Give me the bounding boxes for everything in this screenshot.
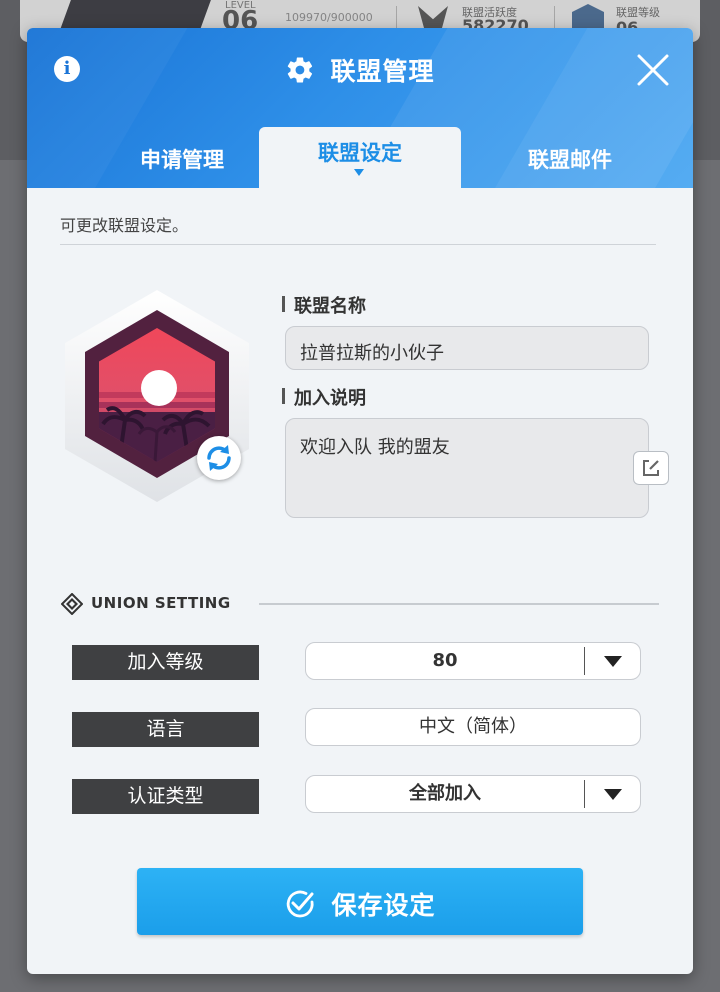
refresh-emblem-button[interactable]: [197, 436, 241, 480]
activity-icon: [418, 6, 448, 28]
join-level-label: 加入等级: [72, 645, 259, 680]
settings-description: 可更改联盟设定。: [60, 216, 189, 235]
tab-union-settings-label: 联盟设定: [318, 141, 402, 165]
dialog-title: 联盟管理: [330, 57, 435, 86]
dialog-header: i 联盟管理 申请管理 联盟邮件 联盟设定: [27, 28, 693, 188]
edit-description-button[interactable]: [633, 451, 669, 485]
tab-apply-management[interactable]: 申请管理: [87, 128, 277, 188]
chevron-down-icon[interactable]: [604, 789, 622, 800]
union-name-field[interactable]: 拉普拉斯的小伙子: [285, 326, 649, 370]
section-divider: [259, 603, 659, 605]
close-icon[interactable]: [635, 52, 671, 88]
union-name-label: 联盟名称: [282, 292, 366, 318]
verification-type-value: 全部加入: [409, 783, 481, 804]
language-label: 语言: [72, 712, 259, 747]
tab-union-mail[interactable]: 联盟邮件: [475, 128, 665, 188]
union-emblem[interactable]: [65, 290, 255, 510]
tab-union-settings[interactable]: 联盟设定: [259, 127, 461, 188]
join-description-label: 加入说明: [282, 384, 366, 410]
active-tab-caret-icon: [354, 169, 364, 176]
language-value: 中文（简体）: [419, 716, 527, 737]
verification-type-label: 认证类型: [72, 779, 259, 814]
join-level-value: 80: [432, 650, 458, 671]
dropdown-separator: [584, 647, 585, 675]
join-level-dropdown[interactable]: 80: [305, 642, 641, 680]
union-management-dialog: i 联盟管理 申请管理 联盟邮件 联盟设定 可更改联盟设定。 联盟名称 拉普拉斯…: [27, 28, 693, 974]
language-field[interactable]: 中文（简体）: [305, 708, 641, 746]
verification-type-dropdown[interactable]: 全部加入: [305, 775, 641, 813]
save-button-label: 保存设定: [331, 891, 436, 920]
section-title: UNION SETTING: [91, 594, 231, 612]
diamond-icon: [61, 593, 83, 615]
join-description-field[interactable]: 欢迎入队 我的盟友: [285, 418, 649, 518]
chevron-down-icon[interactable]: [604, 656, 622, 667]
hud-exp-counter: 109970/900000: [285, 11, 373, 24]
edit-icon: [643, 460, 659, 476]
dropdown-separator: [584, 780, 585, 808]
refresh-icon: [207, 445, 231, 471]
gear-icon: [288, 57, 313, 83]
divider: [60, 244, 656, 245]
dialog-title-wrap: 联盟管理: [27, 52, 693, 88]
check-circle-icon: [287, 890, 314, 918]
save-settings-button[interactable]: 保存设定: [137, 868, 583, 935]
